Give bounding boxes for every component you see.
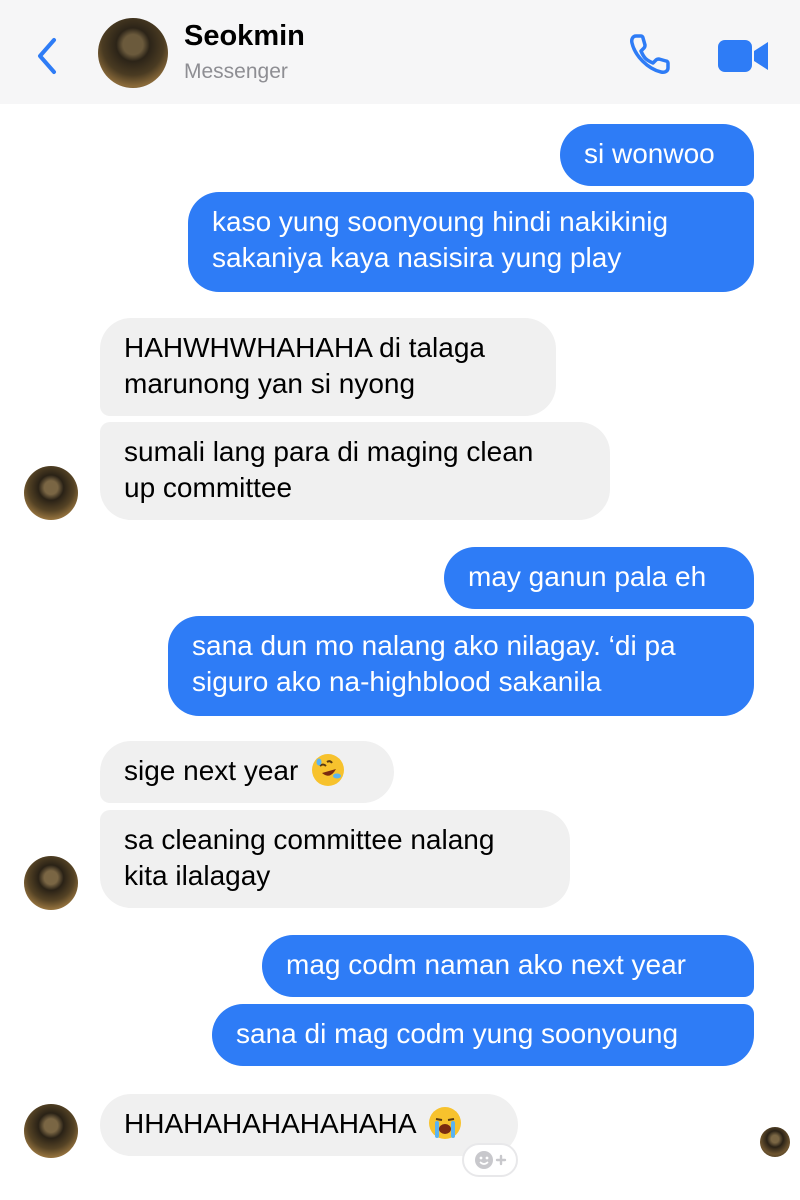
message-text-line: kaso yung soonyoung hindi nakikinig [212,206,669,237]
message-text: sana di mag codm yung soonyoung [236,1018,679,1049]
message-text-line: sa cleaning committee nalang [124,824,495,855]
video-call-button[interactable] [716,36,770,76]
video-camera-icon [718,40,768,72]
message-text-line: sakaniya kaya nasisira yung play [212,242,622,273]
outgoing-message[interactable]: sana di mag codm yung soonyoung [212,1004,754,1066]
message-text: sige next year [124,755,299,786]
loudly-crying-emoji [428,1107,461,1139]
sender-avatar[interactable] [24,1104,78,1158]
read-receipt-avatar [760,1127,790,1157]
chevron-left-icon [38,38,56,74]
message-text-line: kita ilalagay [124,860,271,891]
outgoing-message[interactable]: sana dun mo nalang ako nilagay. ‘di pa s… [168,616,754,716]
contact-subtitle: Messenger [184,60,288,83]
message-text-line: marunong yan si nyong [124,368,416,399]
incoming-message[interactable]: HHAHAHAHAHAHAHA [100,1094,518,1156]
sender-avatar[interactable] [24,856,78,910]
message-text: si wonwoo [584,138,715,169]
incoming-message[interactable]: sige next year [100,741,394,803]
message-text-line: sumali lang para di maging clean [124,436,534,467]
outgoing-message[interactable]: kaso yung soonyoung hindi nakikinig saka… [188,192,754,292]
outgoing-message[interactable]: mag codm naman ako next year [262,935,754,997]
incoming-message[interactable]: sumali lang para di maging clean up comm… [100,422,610,520]
outgoing-message[interactable]: si wonwoo [560,124,754,186]
message-text: mag codm naman ako next year [286,949,686,980]
add-reaction-icon [475,1151,507,1169]
incoming-message[interactable]: sa cleaning committee nalang kita ilalag… [100,810,570,908]
contact-name[interactable]: Seokmin [184,20,305,53]
incoming-message[interactable]: HAHWHWHAHAHA di talaga marunong yan si n… [100,318,556,416]
call-button[interactable] [626,30,674,78]
rolling-on-floor-laughing-emoji [312,754,345,786]
message-text-line: sana dun mo nalang ako nilagay. ‘di pa [192,630,676,661]
phone-icon [630,34,670,74]
back-button[interactable] [30,34,64,78]
sender-avatar[interactable] [24,466,78,520]
message-text-line: siguro ako na-highblood sakanila [192,666,602,697]
outgoing-message[interactable]: may ganun pala eh [444,547,754,609]
message-text-line: HAHWHWHAHAHA di talaga [124,332,485,363]
message-text: HHAHAHAHAHAHAHA [124,1108,415,1139]
message-text: may ganun pala eh [468,561,707,592]
contact-avatar[interactable] [98,18,168,88]
conversation-header: Seokmin Messenger [0,0,800,104]
message-text-line: up committee [124,472,293,503]
add-reaction-button[interactable] [462,1143,518,1177]
